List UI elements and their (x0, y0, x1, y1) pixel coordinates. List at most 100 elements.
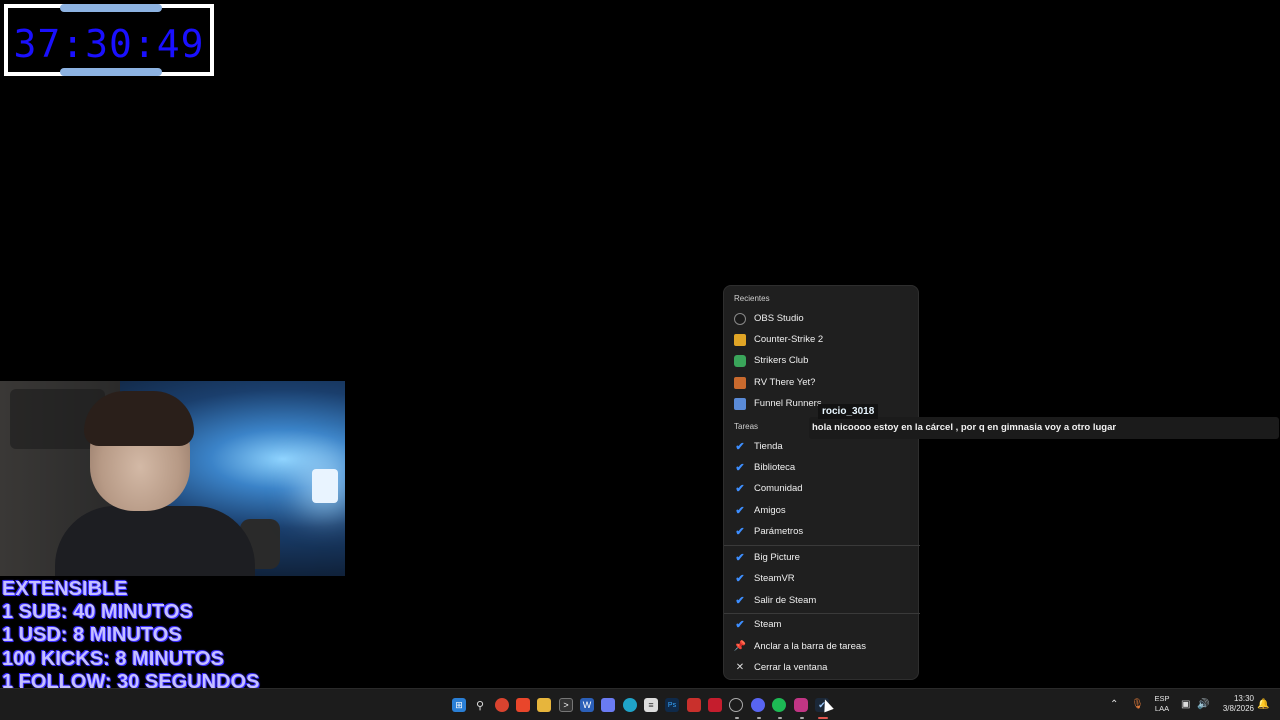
task-item-comunidad[interactable]: Comunidad (724, 478, 920, 499)
recent-item-obs-studio[interactable]: OBS Studio (724, 308, 920, 329)
pin-to-taskbar-item[interactable]: 📌 Anclar a la barra de tareas (724, 636, 920, 657)
webcam-lamp (312, 469, 338, 503)
chrome-icon[interactable] (495, 698, 509, 712)
running-indicator (735, 717, 739, 719)
notepad-icon[interactable]: ≡ (644, 698, 658, 712)
task-item-label: Parámetros (754, 526, 804, 537)
app-action-label: Steam (754, 619, 782, 630)
task-item-label: Amigos (754, 505, 786, 516)
adobe-icon[interactable] (687, 698, 701, 712)
edge-icon[interactable] (623, 698, 637, 712)
webcam-person-body (55, 506, 255, 576)
recent-item-label: Counter-Strike 2 (754, 334, 824, 345)
brave-icon[interactable] (516, 698, 530, 712)
tasks-section-header: Tareas (734, 422, 759, 431)
recent-item-label: Strikers Club (754, 355, 809, 366)
task-item-tienda[interactable]: Tienda (724, 436, 920, 457)
webcam-feed (0, 381, 345, 576)
rv-there-yet-icon (734, 376, 746, 389)
windows-taskbar: ⊞ ⚲ > W ≡ Ps ✔ ⌃ 🎙 ESP LAA ▣ 🔊 13:30 3/8… (0, 688, 1280, 720)
action-label: Big Picture (754, 552, 800, 563)
copilot-icon[interactable] (601, 698, 615, 712)
volume-icon[interactable]: 🔊 (1197, 699, 1209, 711)
subathon-line: 1 USD: 8 MINUTOS (2, 624, 260, 648)
action-label: Salir de Steam (754, 595, 817, 606)
obs-icon (734, 312, 746, 325)
app-action-label: Cerrar la ventana (754, 662, 828, 673)
steam-icon (734, 462, 746, 474)
network-icon[interactable]: ▣ (1181, 699, 1190, 711)
active-app-indicator (818, 717, 828, 719)
task-item-label: Comunidad (754, 483, 803, 494)
obs-icon[interactable] (729, 698, 743, 712)
clock-time: 13:30 (1233, 694, 1254, 703)
stream-timer: 37:30:49 (4, 4, 214, 76)
steam-icon (734, 526, 746, 538)
webcam-person-hair (84, 391, 194, 446)
action-steamvr[interactable]: SteamVR (724, 568, 920, 589)
subathon-line: EXTENSIBLE (2, 578, 260, 602)
microphone-icon[interactable]: 🎙 (1131, 699, 1144, 711)
notification-icon[interactable]: 🔔 (1257, 699, 1269, 711)
task-item-label: Tienda (754, 441, 783, 452)
task-item-parametros[interactable]: Parámetros (724, 521, 920, 542)
system-clock[interactable]: 13:30 3/8/2026 (1212, 694, 1254, 714)
clock-date: 3/8/2026 (1222, 704, 1254, 713)
cs2-icon (734, 333, 746, 346)
task-item-biblioteca[interactable]: Biblioteca (724, 457, 920, 478)
recent-item-label: RV There Yet? (754, 377, 816, 388)
timer-top-tab (60, 4, 162, 12)
chat-username: rocio_3018 (818, 404, 879, 419)
timer-bottom-tab (60, 68, 162, 76)
file-explorer-icon[interactable] (537, 698, 551, 712)
action-salir-de-steam[interactable]: Salir de Steam (724, 590, 920, 611)
steam-icon (734, 619, 746, 631)
subathon-info: EXTENSIBLE 1 SUB: 40 MINUTOS 1 USD: 8 MI… (2, 578, 260, 694)
chat-message: hola nicoooo estoy en la cárcel , por q … (809, 417, 1279, 439)
search-icon[interactable]: ⚲ (473, 698, 487, 712)
steam-icon (734, 552, 746, 564)
running-indicator (778, 717, 782, 719)
pin-icon: 📌 (733, 641, 747, 652)
instagram-icon[interactable] (794, 698, 808, 712)
steam-icon (734, 573, 746, 585)
task-item-label: Biblioteca (754, 462, 796, 473)
kick-icon[interactable] (708, 698, 722, 712)
language-indicator[interactable]: ESP LAA (1152, 694, 1172, 714)
timer-value: 37:30:49 (13, 22, 205, 66)
steam-jump-list: Recientes OBS Studio Counter-Strike 2 St… (723, 285, 920, 680)
app-item-steam[interactable]: Steam (724, 614, 920, 635)
action-big-picture[interactable]: Big Picture (724, 547, 920, 568)
recent-section-header: Recientes (734, 294, 770, 303)
recent-item-label: OBS Studio (754, 313, 804, 324)
action-label: SteamVR (754, 573, 795, 584)
keyboard-layout: LAA (1154, 704, 1170, 713)
subathon-line: 1 SUB: 40 MINUTOS (2, 601, 260, 625)
running-indicator (800, 717, 804, 719)
funnel-runners-icon (734, 397, 746, 410)
recent-item-rv-there-yet[interactable]: RV There Yet? (724, 372, 920, 393)
running-indicator (757, 717, 761, 719)
recent-item-counter-strike-2[interactable]: Counter-Strike 2 (724, 329, 920, 350)
terminal-icon[interactable]: > (559, 698, 573, 712)
steam-icon (734, 483, 746, 495)
task-item-amigos[interactable]: Amigos (724, 500, 920, 521)
close-icon: ✕ (735, 662, 745, 673)
language-code: ESP (1154, 694, 1170, 703)
strikers-club-icon (734, 354, 746, 367)
word-icon[interactable]: W (580, 698, 594, 712)
discord-icon[interactable] (751, 698, 765, 712)
recent-item-strikers-club[interactable]: Strikers Club (724, 350, 920, 371)
chevron-up-icon[interactable]: ⌃ (1110, 699, 1118, 711)
windows-start-icon[interactable]: ⊞ (452, 698, 466, 712)
steam-icon (734, 441, 746, 453)
steam-icon (734, 505, 746, 517)
photoshop-icon[interactable]: Ps (665, 698, 679, 712)
spotify-icon[interactable] (772, 698, 786, 712)
menu-divider (724, 545, 920, 546)
app-action-label: Anclar a la barra de tareas (754, 641, 866, 652)
steam-icon (734, 595, 746, 607)
subathon-line: 100 KICKS: 8 MINUTOS (2, 647, 260, 671)
recent-item-label: Funnel Runners (754, 398, 822, 409)
close-window-item[interactable]: ✕ Cerrar la ventana (724, 657, 920, 678)
